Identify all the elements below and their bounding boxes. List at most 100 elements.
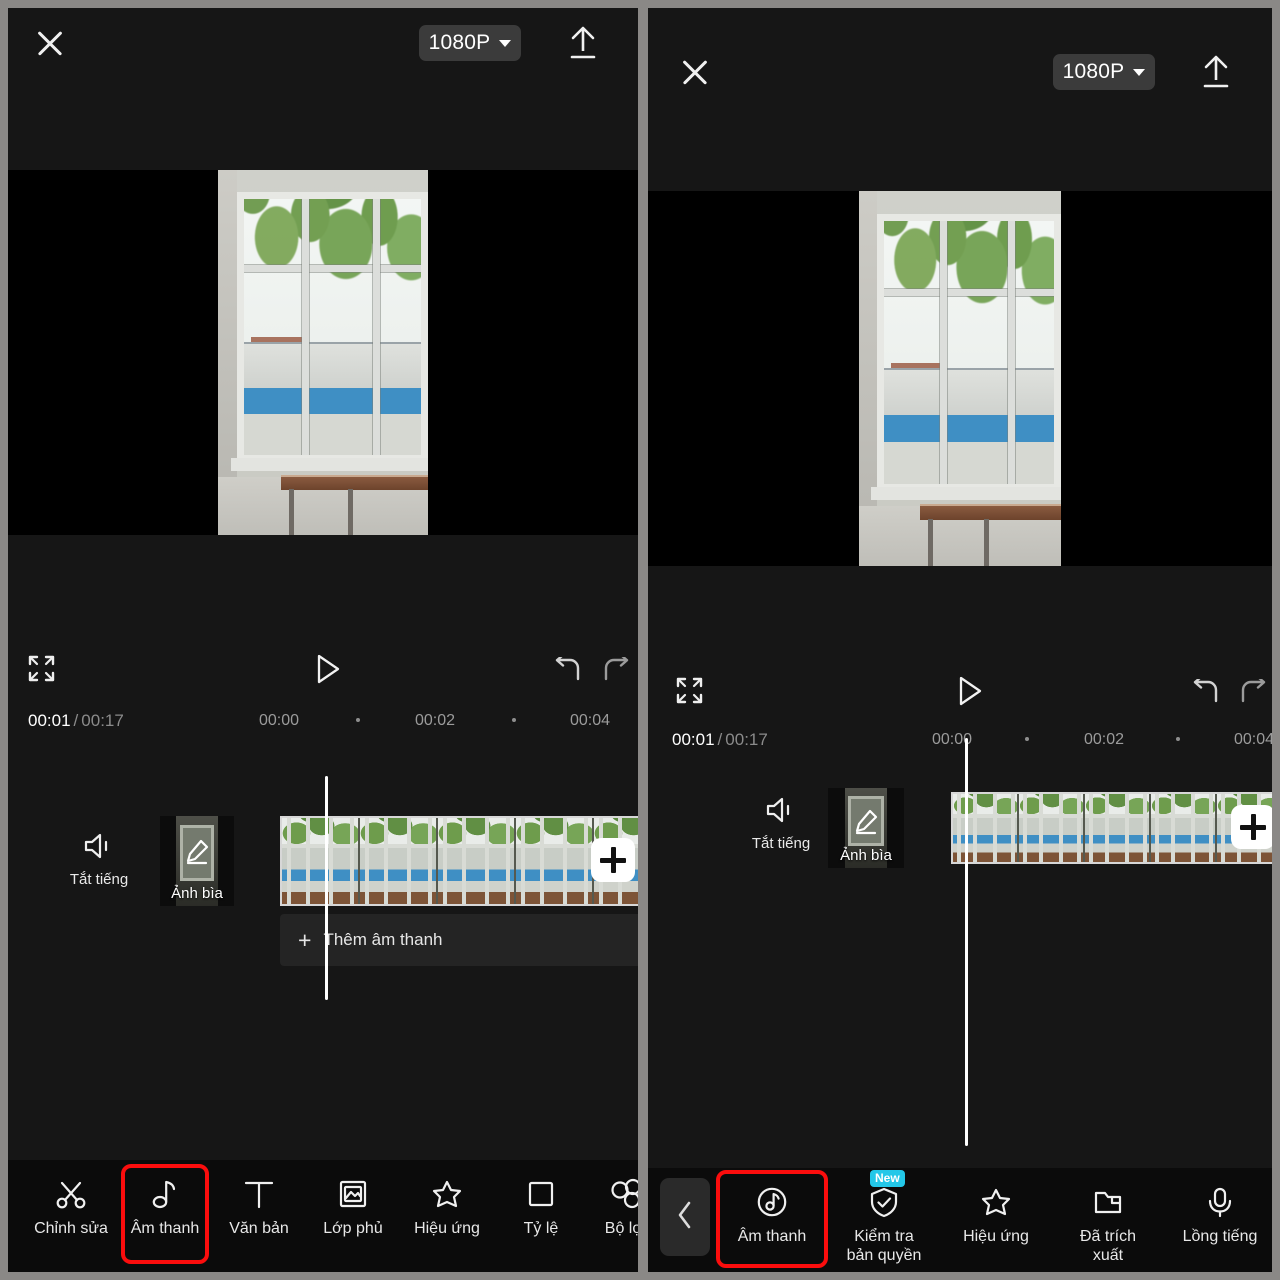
close-icon[interactable] (678, 55, 712, 89)
toolbar-back-button[interactable] (660, 1178, 710, 1256)
frame-rail (516, 843, 592, 848)
ground (884, 441, 1054, 484)
tool-label: Chỉnh sửa (34, 1220, 108, 1237)
right-bottom-toolbar[interactable]: Âm thanh New Kiểm tra bản quyền Hiệu ứng Đã … (648, 1168, 1272, 1272)
frame-mullion-a (956, 794, 961, 862)
filmstrip-frame (282, 818, 360, 904)
cover-label: Ảnh bìa (171, 885, 223, 902)
tool-scissors[interactable]: Chỉnh sửa (24, 1160, 118, 1239)
chevron-down-icon (1133, 68, 1146, 76)
frame-mullion-c (1058, 794, 1063, 862)
resolution-label: 1080P (1062, 60, 1125, 83)
right-timeline-ruler[interactable]: 00:01/00:17 00:00 00:02 00:04 (648, 720, 1272, 760)
play-icon[interactable] (314, 653, 342, 685)
tool-text-t[interactable]: Văn bản (212, 1160, 306, 1239)
filmstrip-frame (360, 818, 438, 904)
ruler-dot-1 (1176, 737, 1180, 741)
frame-rail (282, 843, 358, 848)
frame-mullion-c (407, 818, 412, 904)
frame-mullion-a (442, 818, 447, 904)
frame-mullion-b (1039, 794, 1044, 862)
left-video-preview[interactable] (8, 170, 638, 535)
picture-overlay-icon (339, 1180, 367, 1208)
filmstrip-frame (1019, 794, 1085, 862)
tool-shield-check[interactable]: New Kiểm tra bản quyền (828, 1168, 940, 1266)
cover-thumbnail-button[interactable]: Ảnh bìa (828, 788, 904, 868)
playhead[interactable] (325, 776, 328, 1000)
undo-icon[interactable] (553, 657, 583, 683)
tool-picture-overlay[interactable]: Lớp phủ (306, 1160, 400, 1239)
redo-icon[interactable] (1238, 679, 1268, 705)
desk-leg-right (348, 489, 354, 535)
frame-foliage (1085, 794, 1149, 826)
tool-label: Kiểm tra bản quyền (846, 1228, 922, 1264)
tool-filter-circles[interactable]: Bộ lọc (588, 1160, 638, 1239)
ruler-tick-1: 00:02 (415, 712, 456, 729)
time-readout: 00:01/00:17 (672, 730, 768, 750)
music-note-icon (152, 1180, 176, 1209)
time-readout: 00:01/00:17 (28, 711, 124, 731)
ruler-tick-0: 00:00 (259, 712, 300, 729)
square-ratio-icon (528, 1181, 554, 1207)
video-clip-filmstrip[interactable] (280, 816, 638, 906)
frame-mullion-c (1190, 794, 1195, 862)
export-upload-icon[interactable] (566, 23, 600, 61)
tool-music-note[interactable]: Âm thanh (118, 1160, 212, 1264)
ruler-tick-2: 00:04 (570, 712, 611, 729)
resolution-selector[interactable]: 1080P (419, 25, 521, 61)
sparkle-star-icon (432, 1180, 462, 1207)
frame-rail (1019, 814, 1083, 819)
shield-check-icon (870, 1187, 898, 1217)
mute-button[interactable]: Tắt tiếng (64, 832, 134, 888)
left-timeline[interactable]: Tắt tiếng Ảnh bìa + Thêm âm thanh (8, 748, 638, 1028)
frame-foliage (438, 818, 514, 858)
redo-icon[interactable] (601, 657, 631, 683)
undo-icon[interactable] (1191, 679, 1221, 705)
expand-icon[interactable] (28, 655, 55, 682)
window-mullion-v1 (940, 220, 948, 484)
left-timeline-ruler[interactable]: 00:01/00:17 00:00 00:02 00:04 (8, 700, 638, 740)
speaker-mute-icon (84, 833, 108, 859)
left-bottom-toolbar[interactable]: Chỉnh sửa Âm thanh Văn bản Lớp phủ Hiệu ứng T… (8, 1160, 638, 1272)
tool-music-disc[interactable]: Âm thanh (716, 1168, 828, 1268)
close-icon[interactable] (33, 26, 67, 60)
frame-mullion-d (506, 818, 511, 904)
play-icon[interactable] (956, 675, 984, 707)
left-phone-screen: 1080P 00:01 / 00:17 00:00 00:02 00:04 Tắ… (8, 8, 638, 1272)
cover-thumbnail-button[interactable]: Ảnh bìa (160, 816, 234, 906)
tool-square-ratio[interactable]: Tỷ lệ (494, 1160, 588, 1239)
add-clip-button[interactable] (1231, 805, 1272, 849)
text-t-icon (243, 1174, 275, 1214)
frame-mullion-a (1154, 794, 1159, 862)
music-note-icon (149, 1174, 181, 1214)
mute-button[interactable]: Tắt tiếng (746, 796, 816, 852)
tool-sparkle-star[interactable]: Hiệu ứng (940, 1168, 1052, 1247)
video-clip-filmstrip[interactable] (951, 792, 1272, 864)
playhead[interactable] (965, 738, 968, 1146)
desk-top (281, 474, 428, 491)
sparkle-star-icon (980, 1182, 1012, 1222)
frame-mullion-d (1076, 794, 1081, 862)
export-upload-icon[interactable] (1199, 52, 1233, 90)
square-ratio-icon (525, 1174, 557, 1214)
expand-icon[interactable] (676, 677, 703, 704)
tool-microphone[interactable]: Lồng tiếng (1164, 1168, 1272, 1247)
tool-sparkle-star[interactable]: Hiệu ứng (400, 1160, 494, 1239)
sparkle-star-icon (981, 1188, 1011, 1215)
resolution-label: 1080P (428, 31, 491, 54)
right-timeline[interactable]: Tắt tiếng Ảnh bìa (648, 738, 1272, 1180)
tool-folder[interactable]: Đã trích xuất (1052, 1168, 1164, 1266)
frame-mullion-a (1220, 794, 1225, 862)
frame-foliage (282, 818, 358, 858)
frame-foliage (953, 794, 1017, 826)
frame-mullion-b (540, 818, 545, 904)
add-audio-track-button[interactable]: + Thêm âm thanh (280, 914, 638, 966)
folder-icon (1094, 1191, 1122, 1214)
right-video-preview[interactable] (648, 191, 1272, 566)
frame-mullion-d (1010, 794, 1015, 862)
resolution-selector[interactable]: 1080P (1053, 54, 1155, 90)
right-phone-screen: 1080P 00:01 / 00:17 00:00 00:02 00:04 Tắ… (648, 8, 1272, 1272)
right-control-row (648, 660, 1272, 722)
add-clip-button[interactable] (591, 838, 635, 882)
filmstrip-frame (953, 794, 1019, 862)
